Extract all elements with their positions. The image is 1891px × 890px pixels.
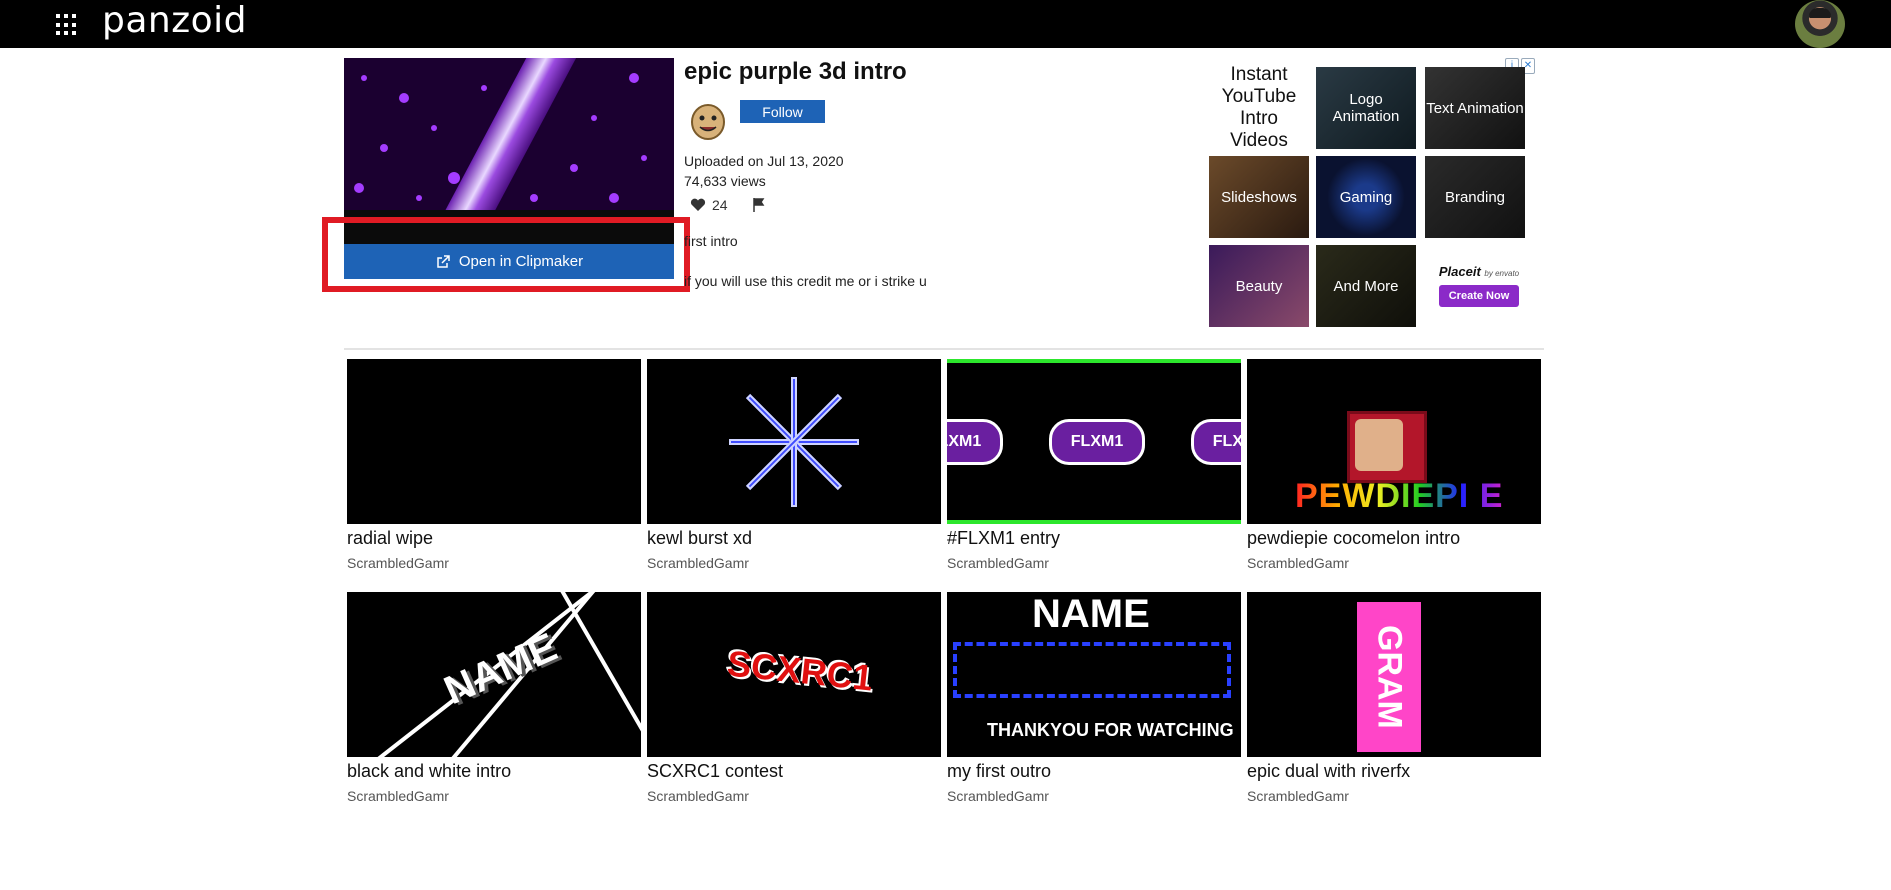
video-card-thumbnail[interactable] bbox=[647, 359, 941, 524]
video-card-user[interactable]: ScrambledGamr bbox=[347, 555, 641, 571]
video-card-thumbnail[interactable]: NAME THANKYOU FOR WATCHING bbox=[947, 592, 1241, 757]
video-card-title[interactable]: SCXRC1 contest bbox=[647, 761, 941, 782]
video-card-user[interactable]: ScrambledGamr bbox=[647, 788, 941, 804]
ad-tile-slideshows[interactable]: Slideshows bbox=[1209, 156, 1309, 238]
ad-tile-branding[interactable]: Branding bbox=[1425, 156, 1525, 238]
video-card[interactable]: radial wipe ScrambledGamr bbox=[347, 359, 641, 571]
highlight-annotation-box bbox=[322, 217, 690, 292]
ad-tile-gaming[interactable]: Gaming bbox=[1316, 156, 1416, 238]
section-divider bbox=[344, 348, 1544, 350]
follow-button[interactable]: Follow bbox=[740, 100, 825, 123]
uploader-avatar[interactable] bbox=[688, 100, 728, 140]
video-card[interactable]: PEWDIEPI E pewdiepie cocomelon intro Scr… bbox=[1247, 359, 1541, 571]
ad-tile-logo-animation[interactable]: Logo Animation bbox=[1316, 67, 1416, 149]
video-card[interactable]: GRAM epic dual with riverfx ScrambledGam… bbox=[1247, 592, 1541, 804]
ad-tile-beauty[interactable]: Beauty bbox=[1209, 245, 1309, 327]
video-card-thumbnail[interactable]: SCXRC1 bbox=[647, 592, 941, 757]
flag-icon[interactable] bbox=[752, 197, 766, 213]
video-card[interactable]: SCXRC1 SCXRC1 contest ScrambledGamr bbox=[647, 592, 941, 804]
placeit-logo: Placeit by envato bbox=[1438, 264, 1520, 279]
video-card[interactable]: NAME black and white intro ScrambledGamr bbox=[347, 592, 641, 804]
video-card-user[interactable]: ScrambledGamr bbox=[347, 788, 641, 804]
video-card-user[interactable]: ScrambledGamr bbox=[1247, 788, 1541, 804]
video-card-title[interactable]: epic dual with riverfx bbox=[1247, 761, 1541, 782]
video-card-title[interactable]: #FLXM1 entry bbox=[947, 528, 1241, 549]
video-card-thumbnail[interactable]: GRAM bbox=[1247, 592, 1541, 757]
description-line-2: if you will use this credit me or i stri… bbox=[684, 273, 927, 289]
view-count: 74,633 views bbox=[684, 173, 766, 189]
video-title: epic purple 3d intro bbox=[684, 58, 907, 85]
top-navigation-bar: panzoid bbox=[0, 0, 1891, 48]
video-card-user[interactable]: ScrambledGamr bbox=[647, 555, 941, 571]
video-card-title[interactable]: radial wipe bbox=[347, 528, 641, 549]
video-card-thumbnail[interactable] bbox=[347, 359, 641, 524]
ad-tile-and-more[interactable]: And More bbox=[1316, 245, 1416, 327]
placeit-ad[interactable]: Placeit by envato Create Now bbox=[1429, 262, 1529, 322]
site-logo[interactable]: panzoid bbox=[102, 0, 247, 42]
video-card-thumbnail[interactable]: FLXM1 FLXM1 FLXM1 bbox=[947, 359, 1241, 524]
heart-icon[interactable] bbox=[690, 198, 706, 212]
video-card-title[interactable]: my first outro bbox=[947, 761, 1241, 782]
video-card[interactable]: FLXM1 FLXM1 FLXM1 #FLXM1 entry Scrambled… bbox=[947, 359, 1241, 571]
user-avatar[interactable] bbox=[1795, 0, 1845, 48]
description-line-1: first intro bbox=[684, 233, 738, 249]
video-card-title[interactable]: pewdiepie cocomelon intro bbox=[1247, 528, 1541, 549]
create-now-button[interactable]: Create Now bbox=[1438, 285, 1520, 307]
video-card-title[interactable]: kewl burst xd bbox=[647, 528, 941, 549]
video-card-user[interactable]: ScrambledGamr bbox=[947, 555, 1241, 571]
grid-apps-icon[interactable] bbox=[56, 14, 78, 36]
video-card[interactable]: kewl burst xd ScrambledGamr bbox=[647, 359, 941, 571]
video-card-user[interactable]: ScrambledGamr bbox=[1247, 555, 1541, 571]
video-card-thumbnail[interactable]: PEWDIEPI E bbox=[1247, 359, 1541, 524]
video-card-thumbnail[interactable]: NAME bbox=[347, 592, 641, 757]
video-card[interactable]: NAME THANKYOU FOR WATCHING my first outr… bbox=[947, 592, 1241, 804]
ad-tile-text-animation[interactable]: Text Animation bbox=[1425, 67, 1525, 149]
video-card-title[interactable]: black and white intro bbox=[347, 761, 641, 782]
upload-date: Uploaded on Jul 13, 2020 bbox=[684, 153, 844, 169]
like-count: 24 bbox=[712, 197, 728, 213]
ad-tile-instant-intro[interactable]: Instant YouTube Intro Videos bbox=[1209, 64, 1309, 151]
likes-row: 24 bbox=[690, 197, 766, 213]
video-card-user[interactable]: ScrambledGamr bbox=[947, 788, 1241, 804]
